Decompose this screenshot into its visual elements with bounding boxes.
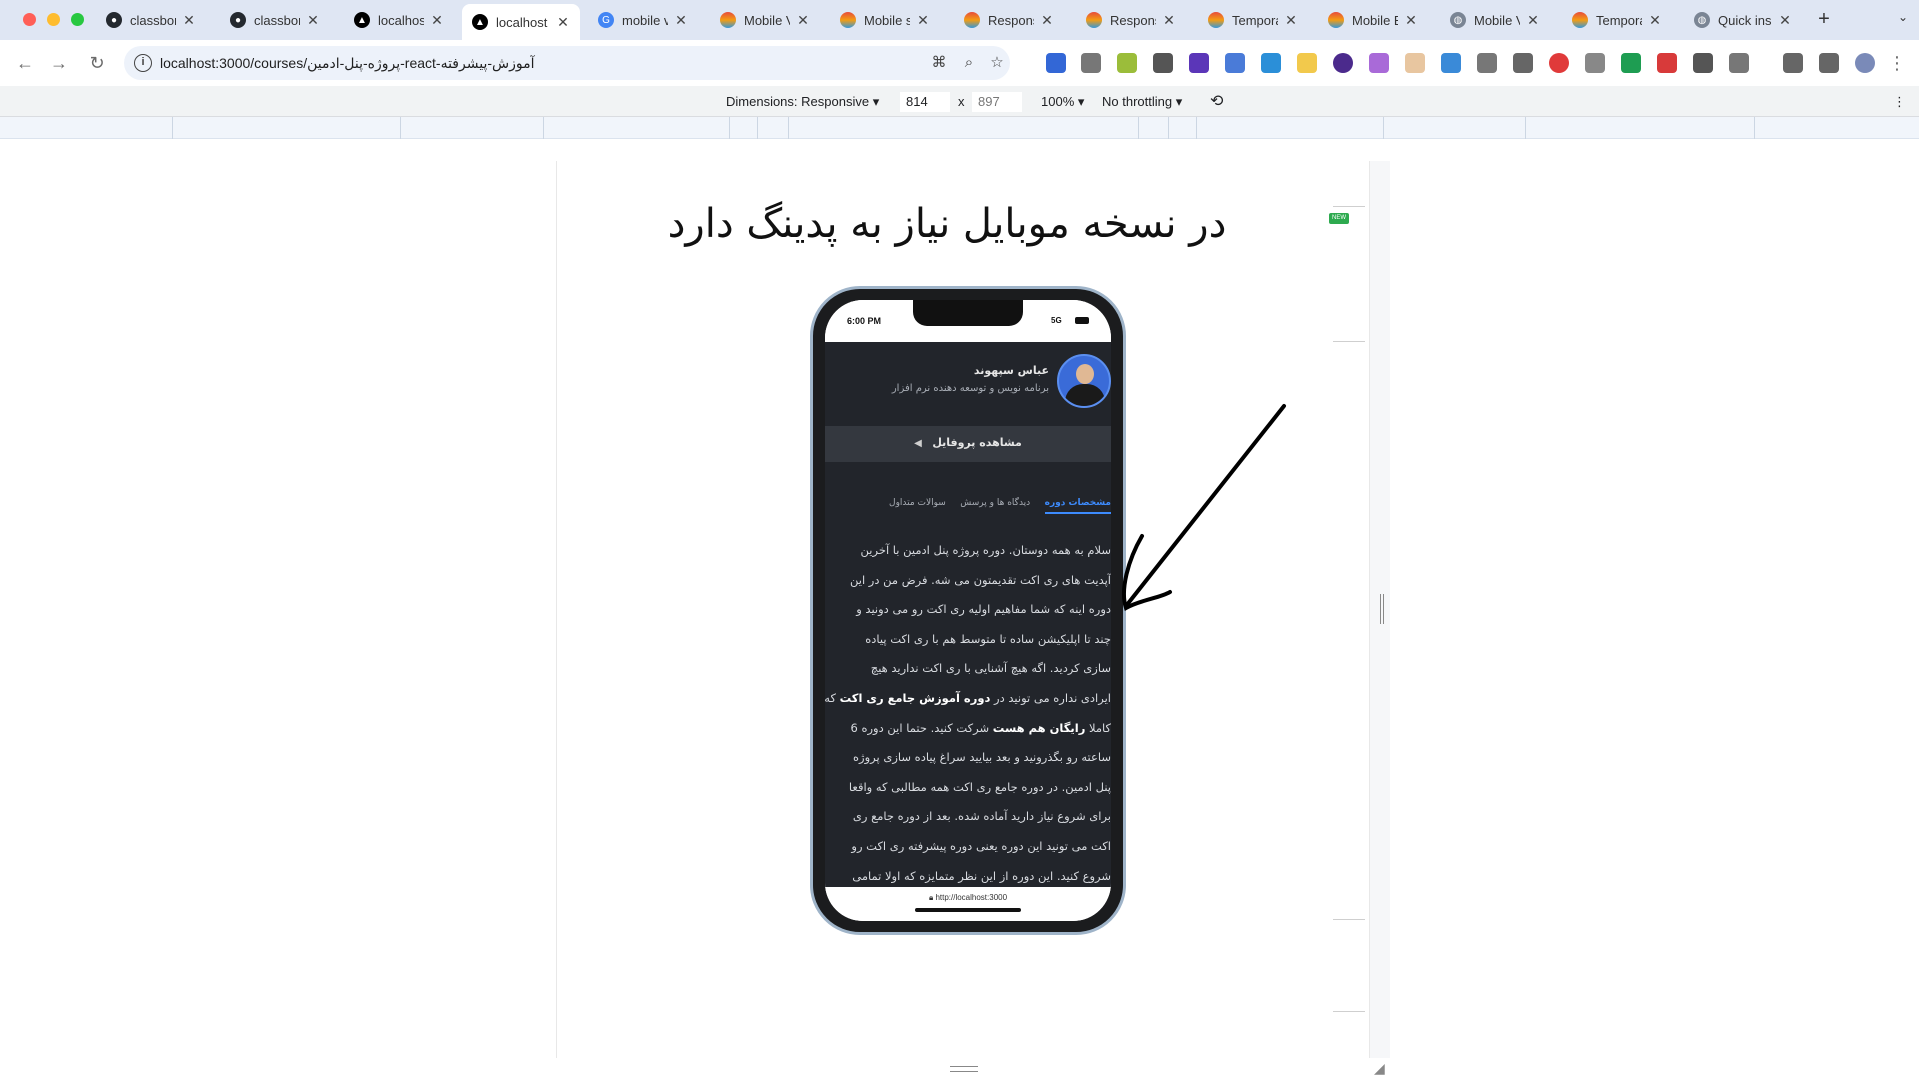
arrow-shaft bbox=[1124, 404, 1286, 608]
annotation-arrow bbox=[1121, 404, 1286, 611]
browser-window: ● classbon ✕ ● classbon ✕ ▲ localhost ✕ … bbox=[0, 0, 1919, 1080]
